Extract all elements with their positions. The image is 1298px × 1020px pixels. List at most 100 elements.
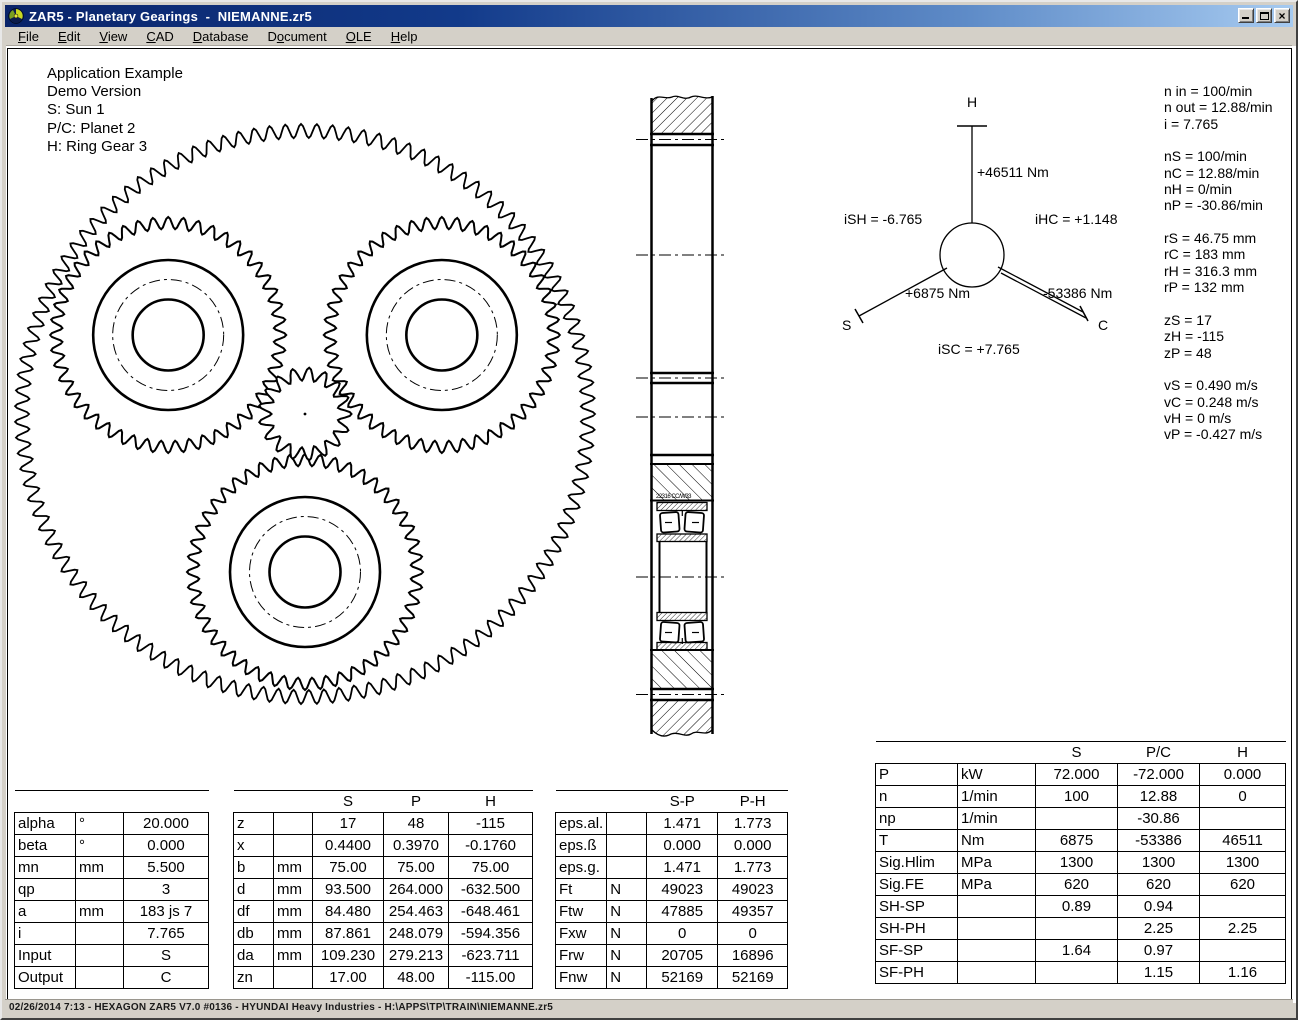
table-cell [274,791,313,813]
table-cell: 16896 [718,945,788,967]
table-row: n1/min10012.880 [876,786,1286,808]
table-row: eps.ß0.0000.000 [556,835,788,857]
table-cell: 1/min [958,786,1036,808]
table-cell: T [876,830,958,852]
text-line: n out = 12.88/min [1164,99,1273,115]
table-cell: 109.230 [313,945,384,967]
table-cell: 20.000 [124,813,209,835]
table-cell: d [234,879,274,901]
housing-block [652,651,712,688]
menu-ole[interactable]: OLE [342,28,376,45]
table-cell [15,791,76,813]
table-cell: 46511 [1200,830,1286,852]
schematic-torque-c: -53386 Nm [1043,285,1112,301]
table-cell: 75.00 [449,857,533,879]
table-cell: db [234,923,274,945]
basic-data-table: alpha°20.000beta°0.000mnmm5.500qp3amm183… [14,790,209,989]
table-cell: mm [274,945,313,967]
table-cell: alpha [15,813,76,835]
table-cell: 2.25 [1118,918,1200,940]
table-row: x0.44000.3970-0.1760 [234,835,533,857]
table-cell: 1.471 [647,857,718,879]
menu-document[interactable]: Document [263,28,330,45]
text-line: zH = -115 [1164,328,1273,344]
close-button[interactable]: × [1274,8,1290,23]
menu-edit[interactable]: Edit [54,28,84,45]
table-row: OutputC [15,967,209,989]
title-bar: ZAR5 - Planetary Gearings - NIEMANNE.zr5… [5,5,1293,27]
window-controls: × [1236,8,1290,23]
table-cell: 1/min [958,808,1036,830]
table-cell: SH-SP [876,896,958,918]
table-row: Sig.FEMPa620620620 [876,874,1286,896]
text-line: Demo Version [47,83,183,101]
table-cell: Input [15,945,76,967]
table-cell: 183 js 7 [124,901,209,923]
menu-view[interactable]: View [95,28,131,45]
table-cell [1200,896,1286,918]
table-cell [76,967,124,989]
schematic-ratio-hc: iHC = +1.148 [1035,211,1118,227]
table-cell: S-P [647,791,718,813]
text-line: nH = 0/min [1164,181,1273,197]
menu-database[interactable]: Database [189,28,253,45]
text-line: rP = 132 mm [1164,279,1273,295]
schematic-torque-h: +46511 Nm [977,164,1049,180]
table-cell: S [313,791,384,813]
table-cell: 5.500 [124,857,209,879]
table-cell: mm [274,923,313,945]
table-cell: SF-SP [876,940,958,962]
app-window: ZAR5 - Planetary Gearings - NIEMANNE.zr5… [0,0,1298,1020]
table-cell: mm [274,901,313,923]
table-cell [958,940,1036,962]
table-cell: 17.00 [313,967,384,989]
table-cell: 1300 [1118,852,1200,874]
table-cell: Fxw [556,923,607,945]
table-cell: np [876,808,958,830]
table-cell: 6875 [1036,830,1118,852]
table-cell: 2.25 [1200,918,1286,940]
table-cell [607,791,647,813]
text-line: vS = 0.490 m/s [1164,377,1273,393]
table-cell [556,791,607,813]
text-line: S: Sun 1 [47,101,183,119]
menu-help[interactable]: Help [387,28,422,45]
table-cell [76,879,124,901]
table-cell: Output [15,967,76,989]
app-icon [8,8,24,24]
text-line: rS = 46.75 mm [1164,230,1273,246]
close-icon: × [1278,11,1285,21]
table-cell: N [607,967,647,989]
table-row [15,791,209,813]
table-cell [607,813,647,835]
table-cell [1200,940,1286,962]
planet-gear-outline [50,217,286,453]
table-cell: 279.213 [384,945,449,967]
maximize-button[interactable] [1256,8,1272,23]
table-cell [76,945,124,967]
planet-gear-outline [187,454,423,690]
table-cell: Frw [556,945,607,967]
table-cell: N [607,945,647,967]
bearing-designation: 22316 CC/W33 [656,494,691,500]
table-cell: 0.94 [1118,896,1200,918]
table-cell [76,923,124,945]
table-cell: mn [15,857,76,879]
menu-file[interactable]: File [14,28,43,45]
menu-cad[interactable]: CAD [142,28,177,45]
table-cell: 0 [718,923,788,945]
table-cell: eps.ß [556,835,607,857]
table-cell: 620 [1118,874,1200,896]
table-row: S-PP-H [556,791,788,813]
table-cell [958,742,1036,764]
table-cell: -72.000 [1118,764,1200,786]
status-text: 02/26/2014 7:13 - HEXAGON ZAR5 V7.0 #013… [5,1002,553,1013]
table-row: SH-SP0.890.94 [876,896,1286,918]
minimize-button[interactable] [1238,8,1254,23]
table-row: FnwN5216952169 [556,967,788,989]
table-cell: df [234,901,274,923]
table-row: FrwN2070516896 [556,945,788,967]
table-cell: P [384,791,449,813]
maximize-icon [1260,12,1269,20]
text-line: rH = 316.3 mm [1164,263,1273,279]
